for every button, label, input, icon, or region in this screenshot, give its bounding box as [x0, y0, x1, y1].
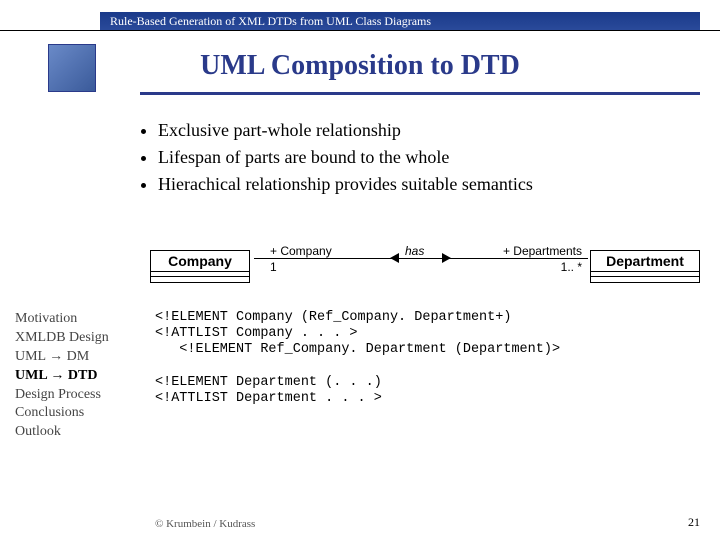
nav-item-current: UML → DTD	[15, 367, 109, 386]
divider-title	[140, 92, 700, 95]
nav-item: Design Process	[15, 386, 109, 405]
page-title: UML Composition to DTD	[0, 50, 720, 82]
cardinality-right: 1.. *	[561, 260, 582, 274]
bullet-item: Lifespan of parts are bound to the whole	[158, 145, 533, 170]
class-department-name: Department	[591, 251, 699, 272]
role-left: + Company	[270, 244, 332, 258]
nav-item: UML → DM	[15, 348, 109, 367]
page-number: 21	[688, 515, 700, 530]
uml-diagram: Company Department + Company has + Depar…	[150, 250, 700, 300]
bullet-item: Exclusive part-whole relationship	[158, 118, 533, 143]
nav-item: XMLDB Design	[15, 329, 109, 348]
class-department: Department	[590, 250, 700, 283]
nav-item: Motivation	[15, 310, 109, 329]
footer-credit: © Krumbein / Kudrass	[155, 518, 255, 530]
role-right: + Departments	[503, 244, 582, 258]
divider-top	[0, 30, 720, 31]
dtd-code: <!ELEMENT Company (Ref_Company. Departme…	[155, 310, 560, 407]
class-company: Company	[150, 250, 250, 283]
association-label: has	[405, 244, 424, 258]
header-super-title: Rule-Based Generation of XML DTDs from U…	[100, 12, 700, 30]
class-company-name: Company	[151, 251, 249, 272]
triangle-right-icon	[442, 253, 451, 263]
cardinality-left: 1	[270, 260, 277, 274]
triangle-left-icon	[390, 253, 399, 263]
association-line	[254, 258, 588, 259]
bullet-item: Hierachical relationship provides suitab…	[158, 172, 533, 197]
nav-item: Outlook	[15, 423, 109, 442]
bullet-list: Exclusive part-whole relationship Lifesp…	[140, 118, 533, 200]
outline-nav: Motivation XMLDB Design UML → DM UML → D…	[15, 310, 109, 442]
nav-item: Conclusions	[15, 404, 109, 423]
